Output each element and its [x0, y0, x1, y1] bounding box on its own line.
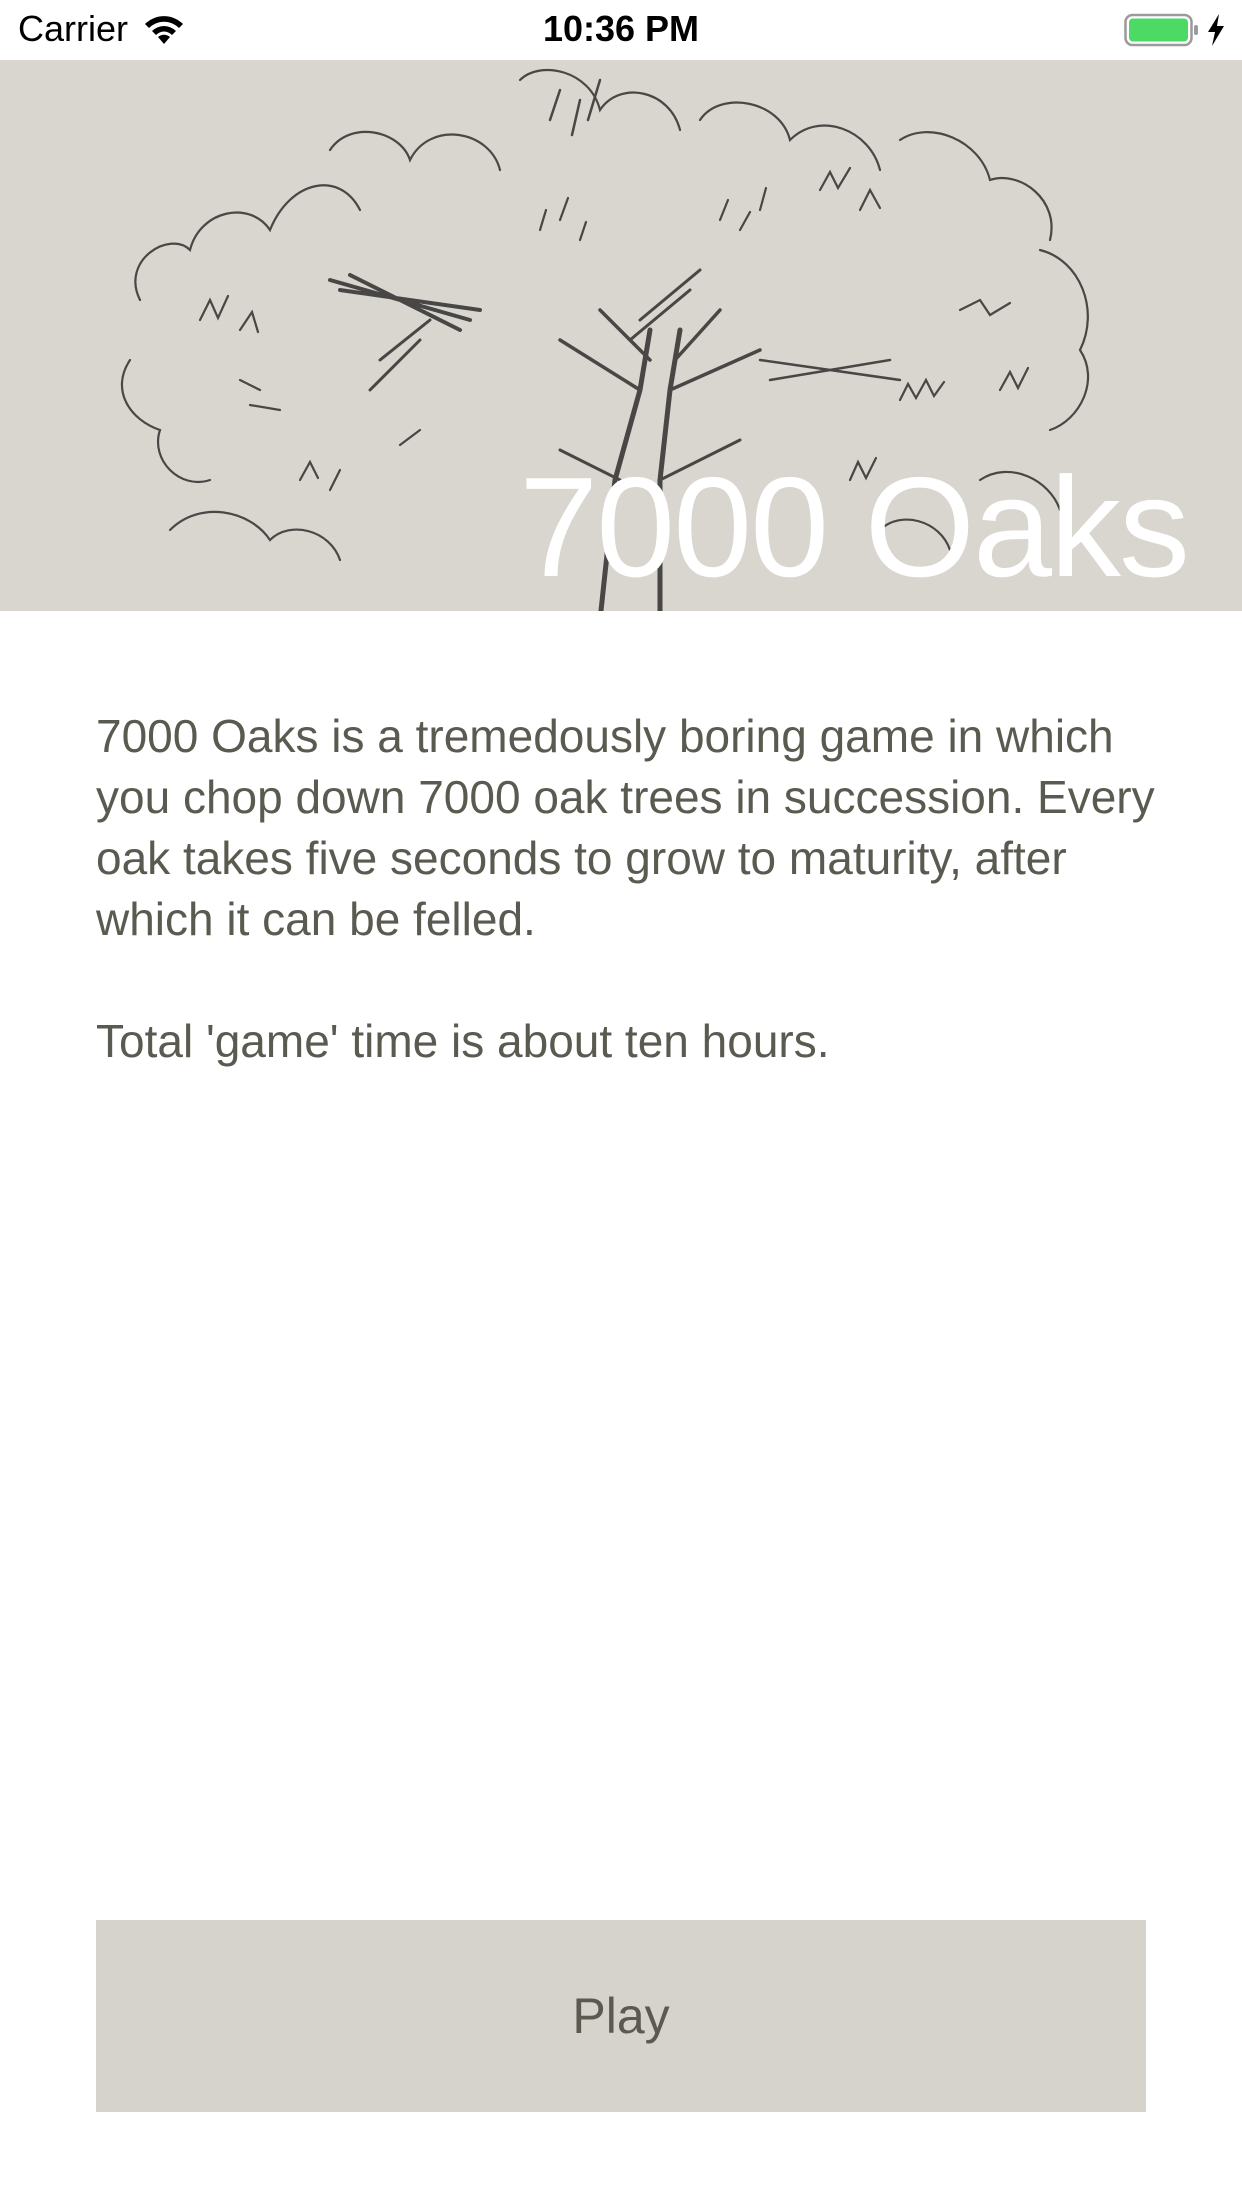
battery-indicator [1124, 12, 1226, 48]
screen: Carrier 10:36 PM 7000 Oaks 7000 Oaks is … [0, 0, 1242, 2208]
status-bar: Carrier 10:36 PM [0, 0, 1242, 60]
description-paragraph: Total 'game' time is about ten hours. [96, 1015, 830, 1067]
battery-icon [1124, 13, 1198, 47]
lightning-bolt-icon [1208, 14, 1224, 46]
description-paragraph: 7000 Oaks is a tremedously boring game i… [96, 710, 1155, 945]
page-title: 7000 Oaks [519, 448, 1190, 607]
clock: 10:36 PM [542, 8, 700, 49]
header-image: 7000 Oaks [0, 60, 1242, 611]
play-button[interactable]: Play [96, 1920, 1146, 2112]
game-description: 7000 Oaks is a tremedously boring game i… [96, 706, 1156, 1072]
